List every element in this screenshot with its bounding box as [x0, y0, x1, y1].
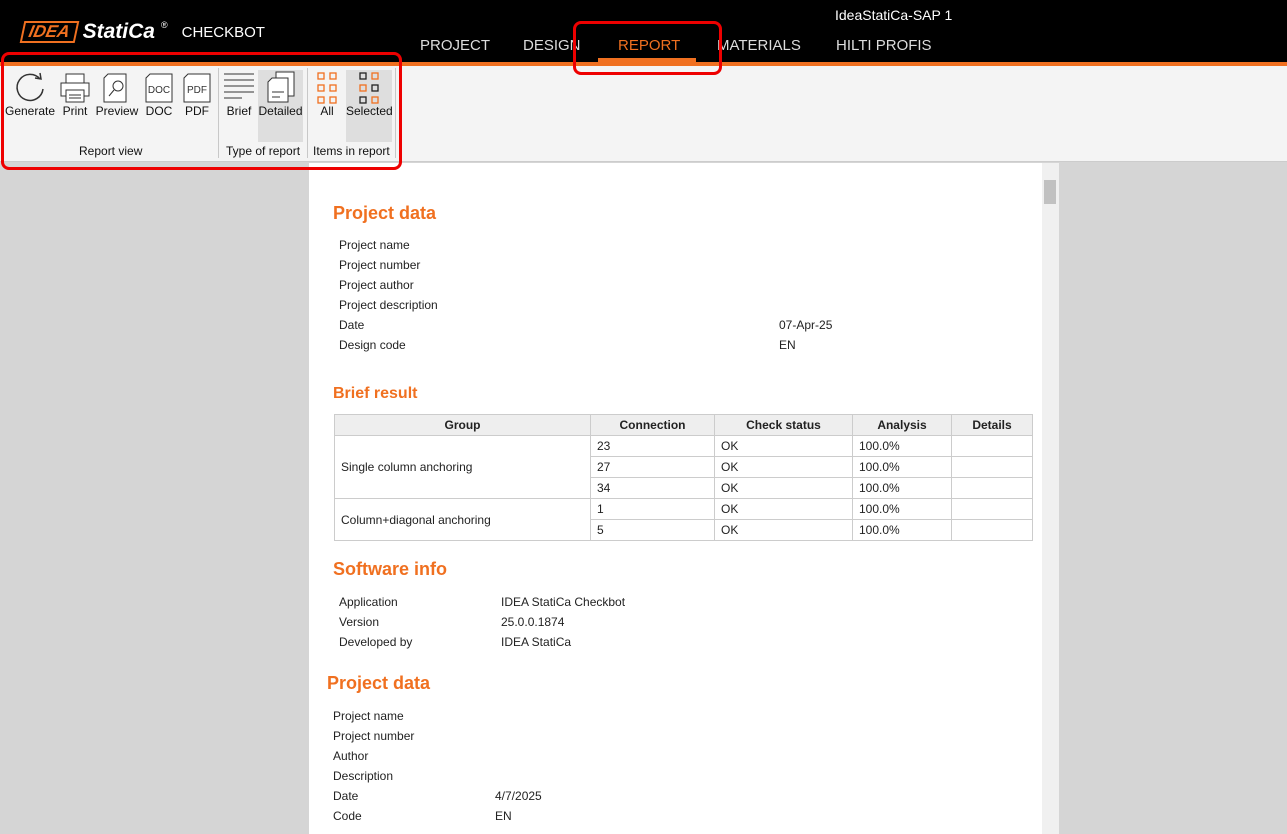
check-status-cell: OK — [714, 435, 853, 457]
tab-materials[interactable]: MATERIALS — [717, 37, 801, 54]
column-header-group: Group — [334, 414, 591, 436]
brief-result-table: Group Connection Check status Analysis D… — [334, 414, 1033, 541]
analysis-cell: 100.0% — [852, 498, 952, 520]
project-data-2-label: Project number — [333, 729, 415, 743]
window-title: IdeaStatiCa-SAP 1 — [835, 7, 953, 23]
check-status-cell: OK — [714, 477, 853, 499]
project-data-2-label: Code — [333, 809, 362, 823]
software-info-value: IDEA StatiCa — [501, 635, 572, 649]
project-data-2-label: Date — [333, 789, 359, 803]
details-cell — [951, 477, 1033, 499]
table-header-row: Group Connection Check status Analysis D… — [334, 414, 1033, 436]
details-cell — [951, 435, 1033, 457]
column-header-details: Details — [951, 414, 1033, 436]
connection-cell: 27 — [590, 456, 715, 478]
connection-cell: 1 — [590, 498, 715, 520]
connection-cell: 5 — [590, 519, 715, 541]
logo-registered: ® — [160, 20, 168, 30]
project-data-label: Project name — [339, 238, 410, 252]
software-info-value: IDEA StatiCa Checkbot — [501, 595, 626, 609]
connection-cell: 34 — [590, 477, 715, 499]
software-info-label: Developed by — [339, 635, 413, 649]
check-status-cell: OK — [714, 456, 853, 478]
project-data-label: Design code — [339, 338, 406, 352]
highlight-report-tab-annotation — [573, 21, 722, 75]
project-data-label: Date — [339, 318, 365, 332]
connection-cell: 23 — [590, 435, 715, 457]
details-cell — [951, 519, 1033, 541]
project-data-2-label: Project name — [333, 709, 404, 723]
project-data-label: Project author — [339, 278, 414, 292]
logo-statica: StatiCa — [82, 20, 155, 43]
project-data-2-label: Description — [333, 769, 394, 783]
logo-idea: IDEA — [19, 21, 79, 43]
project-data-value: EN — [779, 338, 796, 352]
software-info-label: Application — [339, 595, 398, 609]
column-header-analysis: Analysis — [852, 414, 952, 436]
project-data-2-value: EN — [495, 809, 512, 823]
project-data-label: Project number — [339, 258, 421, 272]
section-title-software-info: Software info — [333, 559, 448, 579]
tab-hilti-profis[interactable]: HILTI PROFIS — [836, 37, 932, 54]
section-title-project-data: Project data — [333, 203, 437, 223]
highlight-ribbon-annotation — [1, 52, 402, 170]
report-page: Project data Brief result Group Connecti… — [309, 163, 1042, 834]
group-cell: Column+diagonal anchoring — [334, 498, 591, 541]
column-header-connection: Connection — [590, 414, 715, 436]
analysis-cell: 100.0% — [852, 456, 952, 478]
vertical-scrollbar[interactable] — [1042, 163, 1059, 834]
tab-project[interactable]: PROJECT — [420, 37, 490, 54]
analysis-cell: 100.0% — [852, 477, 952, 499]
analysis-cell: 100.0% — [852, 435, 952, 457]
analysis-cell: 100.0% — [852, 519, 952, 541]
section-title-brief-result: Brief result — [333, 385, 418, 402]
table-row: Single column anchoring 23 OK 100.0% — [334, 435, 1033, 499]
software-info-label: Version — [339, 615, 380, 629]
check-status-cell: OK — [714, 519, 853, 541]
project-data-value: 07-Apr-25 — [779, 318, 833, 332]
details-cell — [951, 498, 1033, 520]
table-row: Column+diagonal anchoring 1 OK 100.0% — [334, 498, 1033, 541]
column-header-check-status: Check status — [714, 414, 853, 436]
project-data-2-value: 4/7/2025 — [495, 789, 542, 803]
logo-product: CHECKBOT — [181, 23, 265, 41]
project-data-label: Project description — [339, 298, 438, 312]
group-cell: Single column anchoring — [334, 435, 591, 499]
section-title-project-data-2: Project data — [327, 673, 431, 693]
scrollbar-thumb[interactable] — [1044, 180, 1056, 204]
tab-design[interactable]: DESIGN — [523, 37, 581, 54]
logo: IDEA StatiCa ® CHECKBOT — [19, 20, 265, 44]
software-info-value: 25.0.0.1874 — [501, 615, 565, 629]
project-data-2-label: Author — [333, 749, 369, 763]
details-cell — [951, 456, 1033, 478]
check-status-cell: OK — [714, 498, 853, 520]
